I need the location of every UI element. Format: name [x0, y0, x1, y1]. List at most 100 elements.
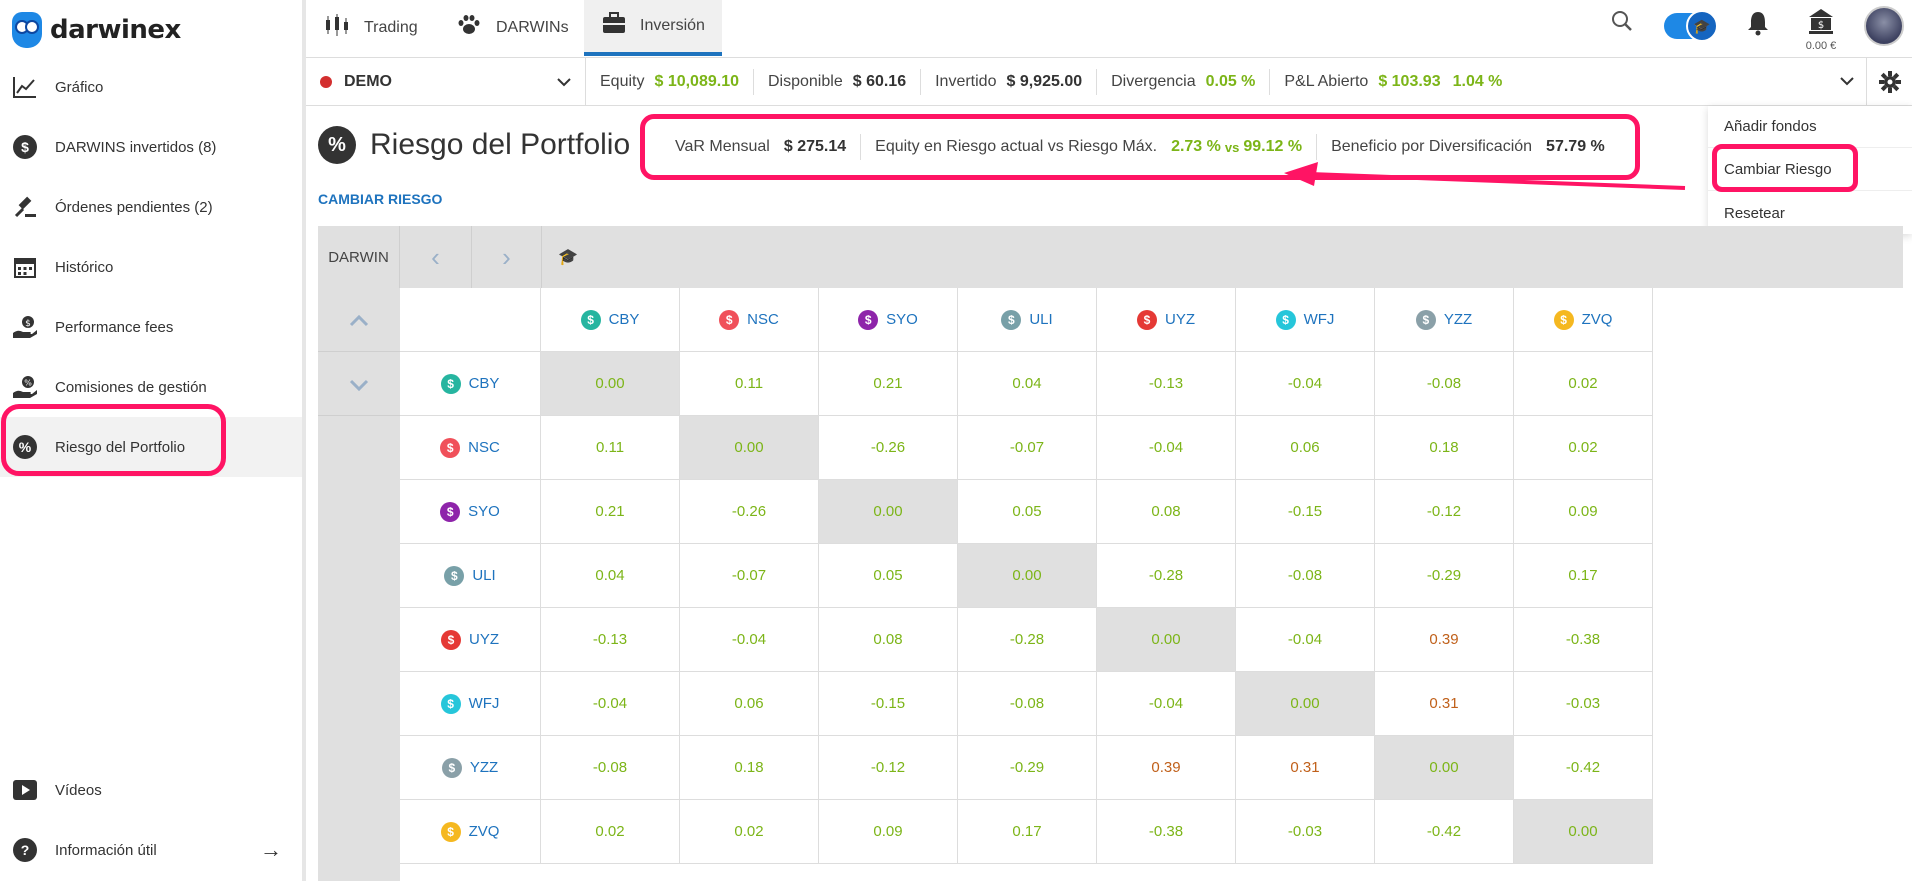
darwin-label[interactable]: $ ZVQ [440, 821, 499, 842]
row-header[interactable]: $ UYZ [400, 608, 541, 672]
correlation-cell: 0.31 [1236, 736, 1375, 800]
avatar[interactable] [1864, 6, 1904, 46]
dollar-coin-icon: $ [440, 437, 461, 458]
sidebar-item-videos[interactable]: Vídeos [0, 760, 302, 820]
sidebar-item-label: DARWINS invertidos (8) [55, 138, 217, 156]
correlation-cell: -0.07 [680, 544, 819, 608]
scroll-down-button[interactable] [318, 352, 400, 416]
sidebar-item-informacion-util[interactable]: ? Información útil → [0, 820, 302, 880]
correlation-value: -0.15 [1287, 503, 1323, 520]
sidebar-item-grafico[interactable]: Gráfico [0, 57, 302, 117]
tab-label: DARWINs [496, 19, 569, 36]
correlation-cell: 0.11 [541, 416, 680, 480]
sidebar-item-historico[interactable]: Histórico [0, 237, 302, 297]
correlation-value: 0.00 [1568, 823, 1598, 840]
scroll-up-button[interactable] [318, 288, 400, 352]
correlation-value: 0.17 [1012, 823, 1042, 840]
stat-disponible: Disponible $ 60.16 [754, 68, 922, 95]
correlation-cell: 0.08 [1097, 480, 1236, 544]
darwin-label[interactable]: $ NSC [440, 437, 500, 458]
row-header[interactable]: $ CBY [400, 352, 541, 416]
academy-button[interactable]: 🎓 [542, 226, 594, 288]
column-header[interactable]: $ YZZ [1375, 288, 1514, 352]
correlation-value: -0.26 [870, 439, 906, 456]
sidebar-item-label: Información útil [55, 841, 157, 859]
darwin-label[interactable]: $ YZZ [1415, 309, 1472, 330]
next-button[interactable]: › [472, 226, 542, 288]
correlation-cell: -0.26 [819, 416, 958, 480]
row-header[interactable]: $ YZZ [400, 736, 541, 800]
sidebar-item-performance-fees[interactable]: $ Performance fees [0, 297, 302, 357]
paw-icon [456, 13, 482, 43]
stat-label: Divergencia [1111, 72, 1196, 90]
darwin-label[interactable]: $ SYO [858, 309, 918, 330]
sidebar-item-darwins-invertidos[interactable]: $ DARWINS invertidos (8) [0, 117, 302, 177]
column-header[interactable]: $ ZVQ [1514, 288, 1653, 352]
sidebar-item-ordenes-pendientes[interactable]: Órdenes pendientes (2) [0, 177, 302, 237]
correlation-table: DARWIN ‹ › 🎓 $ CBY $ NSC $ SYO $ ULI $ UYZ $ WFJ $ YZ… [318, 226, 1903, 881]
correlation-value: 0.05 [1012, 503, 1042, 520]
change-risk-link[interactable]: CAMBIAR RIESGO [318, 191, 442, 207]
column-header[interactable]: $ WFJ [1236, 288, 1375, 352]
dollar-coin-icon: $ [441, 757, 462, 778]
wallet-balance[interactable]: $ 0.00 € [1796, 8, 1846, 53]
correlation-cell: 0.02 [1514, 416, 1653, 480]
tab-darwins[interactable]: DARWINs [438, 0, 587, 56]
correlation-cell: 0.17 [1514, 544, 1653, 608]
graduation-cap-icon: 🎓 [1686, 10, 1718, 42]
column-header[interactable]: $ SYO [819, 288, 958, 352]
darwin-label[interactable]: $ WFJ [440, 693, 499, 714]
dollar-coin-icon: $ [719, 309, 740, 330]
correlation-cell: 0.18 [680, 736, 819, 800]
correlation-cell: 0.02 [541, 800, 680, 864]
row-header[interactable]: $ ZVQ [400, 800, 541, 864]
darwin-label[interactable]: $ SYO [440, 501, 500, 522]
column-header[interactable]: $ NSC [680, 288, 819, 352]
correlation-value: -0.07 [731, 567, 767, 584]
dollar-coin-icon: $ [440, 373, 461, 394]
darwin-label[interactable]: $ YZZ [441, 757, 498, 778]
correlation-value: -0.12 [870, 759, 906, 776]
bell-icon[interactable] [1746, 10, 1770, 43]
percent-icon: % [318, 126, 356, 164]
prev-button[interactable]: ‹ [400, 226, 472, 288]
tab-inversion[interactable]: Inversión [584, 0, 722, 56]
row-header[interactable]: $ NSC [400, 416, 541, 480]
tab-trading[interactable]: Trading [306, 0, 436, 56]
account-selector[interactable]: DEMO [306, 57, 586, 106]
dollar-coin-icon: $ [441, 629, 461, 650]
stat-label: Invertido [935, 72, 997, 90]
column-header[interactable]: $ ULI [958, 288, 1097, 352]
search-icon[interactable] [1611, 10, 1641, 40]
column-header[interactable]: $ CBY [541, 288, 680, 352]
darwin-label[interactable]: $ NSC [719, 309, 779, 330]
row-header[interactable]: $ SYO [400, 480, 541, 544]
chevron-down-icon [557, 71, 571, 92]
stat-label: Equity [600, 72, 645, 90]
darwin-label[interactable]: $ WFJ [1275, 309, 1334, 330]
column-header[interactable]: $ UYZ [1097, 288, 1236, 352]
risk-value-current: 2.73 % [1171, 138, 1221, 155]
gear-icon[interactable] [1866, 58, 1912, 106]
darwin-label[interactable]: $ CBY [580, 309, 639, 330]
chevron-down-icon[interactable] [1840, 70, 1854, 91]
academy-mode-toggle[interactable]: 🎓 [1664, 10, 1718, 42]
darwin-label[interactable]: $ CBY [440, 373, 499, 394]
menu-item-anadir-fondos[interactable]: Añadir fondos [1708, 106, 1912, 148]
correlation-value: 0.02 [1568, 375, 1598, 392]
row-header[interactable]: $ ULI [400, 544, 541, 608]
logo[interactable]: darwinex [12, 8, 181, 52]
darwin-label[interactable]: $ UYZ [1137, 309, 1195, 330]
darwin-label[interactable]: $ ULI [1001, 309, 1053, 330]
arrow-right-icon[interactable]: → [260, 837, 282, 863]
row-header[interactable]: $ WFJ [400, 672, 541, 736]
darwin-label[interactable]: $ UYZ [441, 629, 499, 650]
correlation-cell: 0.17 [958, 800, 1097, 864]
tab-label: Inversión [640, 17, 705, 34]
correlation-cell: 0.00 [1375, 736, 1514, 800]
darwin-label[interactable]: $ ULI [444, 565, 496, 586]
darwin-label[interactable]: $ ZVQ [1553, 309, 1612, 330]
page-title: Riesgo del Portfolio [370, 128, 631, 161]
correlation-value: 0.18 [734, 759, 764, 776]
correlation-cell: 0.31 [1375, 672, 1514, 736]
